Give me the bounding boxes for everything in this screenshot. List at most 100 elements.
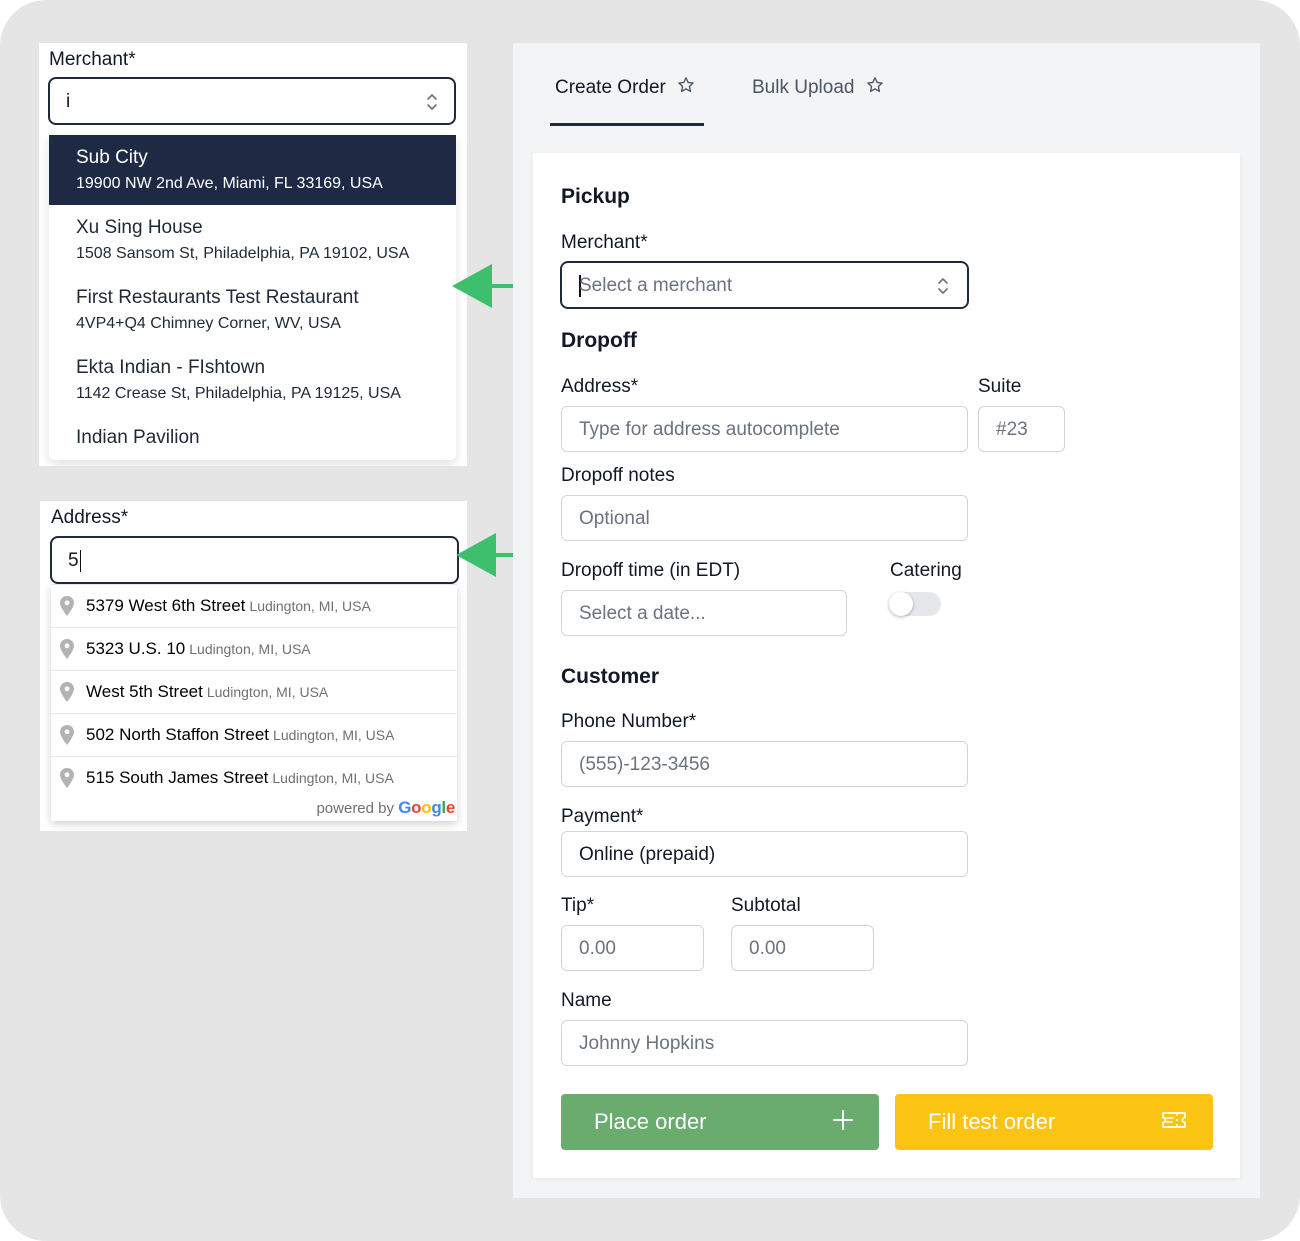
merchant-dropdown-zoom: Merchant* i Sub City 19900 NW 2nd Ave, M… bbox=[39, 43, 467, 466]
address-field-label: Address* bbox=[561, 376, 639, 397]
order-form-card: Pickup Merchant* Select a merchant Dropo… bbox=[533, 153, 1240, 1178]
section-title-pickup: Pickup bbox=[561, 185, 630, 208]
merchant-options-list: Sub City 19900 NW 2nd Ave, Miami, FL 331… bbox=[49, 135, 456, 460]
tab-label: Create Order bbox=[555, 77, 666, 98]
dropoff-time-label: Dropoff time (in EDT) bbox=[561, 560, 741, 581]
address-suggestion[interactable]: 5379 West 6th Street Ludington, MI, USA bbox=[51, 585, 457, 628]
star-outline-icon[interactable] bbox=[677, 76, 695, 100]
fill-test-order-button[interactable]: Fill test order bbox=[895, 1094, 1213, 1150]
dropoff-notes-input[interactable]: Optional bbox=[561, 495, 968, 541]
suggestion-main: 502 North Staffon Street bbox=[86, 725, 270, 744]
address-query: 5 bbox=[68, 550, 82, 572]
subtotal-placeholder: 0.00 bbox=[749, 938, 786, 959]
suggestion-secondary: Ludington, MI, USA bbox=[189, 641, 311, 657]
chevron-updown-icon bbox=[425, 91, 439, 113]
suggestion-secondary: Ludington, MI, USA bbox=[273, 727, 395, 743]
toggle-knob bbox=[889, 592, 913, 616]
fill-test-order-label: Fill test order bbox=[928, 1109, 1056, 1134]
name-input[interactable]: Johnny Hopkins bbox=[561, 1020, 968, 1066]
powered-by-google: powered by Google bbox=[316, 798, 455, 817]
map-pin-icon bbox=[60, 725, 74, 745]
payment-value: Online (prepaid) bbox=[579, 844, 716, 865]
address-suggestion[interactable]: 5323 U.S. 10 Ludington, MI, USA bbox=[51, 628, 457, 671]
merchant-option-address: 4VP4+Q4 Chimney Corner, WV, USA bbox=[76, 315, 341, 332]
merchant-select[interactable]: Select a merchant bbox=[560, 261, 969, 309]
merchant-option-address: 1142 Crease St, Philadelphia, PA 19125, … bbox=[76, 385, 401, 402]
place-order-button[interactable]: Place order bbox=[561, 1094, 879, 1150]
address-placeholder: Type for address autocomplete bbox=[579, 419, 840, 440]
merchant-option-name: Ekta Indian - FIshtown bbox=[76, 357, 266, 378]
map-pin-icon bbox=[60, 596, 74, 616]
address-autocomplete-input[interactable]: Type for address autocomplete bbox=[561, 406, 968, 452]
suggestion-secondary: Ludington, MI, USA bbox=[206, 684, 329, 700]
merchant-label: Merchant* bbox=[49, 49, 136, 70]
suggestion-main: West 5th Street bbox=[86, 682, 203, 701]
merchant-option-name: First Restaurants Test Restaurant bbox=[76, 287, 359, 308]
tip-placeholder: 0.00 bbox=[579, 938, 616, 959]
subtotal-field-label: Subtotal bbox=[731, 895, 801, 916]
text-caret bbox=[79, 550, 82, 572]
merchant-option-name: Indian Pavilion bbox=[76, 427, 200, 448]
name-field-label: Name bbox=[561, 990, 612, 1011]
subtotal-input[interactable]: 0.00 bbox=[731, 925, 874, 971]
merchant-option-name: Sub City bbox=[76, 147, 148, 168]
address-suggestion[interactable]: 515 South James Street Ludington, MI, USA bbox=[51, 757, 457, 800]
chevron-updown-icon bbox=[936, 275, 950, 297]
ticket-icon bbox=[1161, 1110, 1187, 1136]
suite-field-label: Suite bbox=[978, 376, 1022, 397]
address-suggestion[interactable]: West 5th Street Ludington, MI, USA bbox=[51, 671, 457, 714]
merchant-option[interactable]: First Restaurants Test Restaurant 4VP4+Q… bbox=[49, 275, 456, 345]
section-title-dropoff: Dropoff bbox=[561, 329, 637, 352]
suggestion-main: 5323 U.S. 10 bbox=[86, 639, 186, 658]
merchant-option-address: 1508 Sansom St, Philadelphia, PA 19102, … bbox=[76, 245, 410, 262]
suggestion-main: 515 South James Street bbox=[86, 768, 269, 787]
payment-field-label: Payment* bbox=[561, 806, 644, 827]
merchant-option-name: Xu Sing House bbox=[76, 217, 203, 238]
google-logo: Google bbox=[398, 798, 455, 817]
catering-label: Catering bbox=[890, 560, 962, 581]
star-outline-icon[interactable] bbox=[866, 76, 884, 100]
tab-label: Bulk Upload bbox=[752, 77, 855, 98]
merchant-field-label: Merchant* bbox=[561, 232, 648, 253]
dropoff-date-picker[interactable]: Select a date... bbox=[561, 590, 847, 636]
payment-select[interactable]: Online (prepaid) bbox=[561, 831, 968, 877]
suggestion-main: 5379 West 6th Street bbox=[86, 596, 246, 615]
date-placeholder: Select a date... bbox=[579, 603, 706, 624]
place-order-label: Place order bbox=[594, 1109, 707, 1134]
merchant-option[interactable]: Sub City 19900 NW 2nd Ave, Miami, FL 331… bbox=[49, 135, 456, 205]
address-label: Address* bbox=[51, 507, 129, 528]
merchant-query: i bbox=[66, 91, 71, 112]
suggestion-secondary: Ludington, MI, USA bbox=[249, 598, 371, 614]
tip-field-label: Tip* bbox=[561, 895, 595, 916]
map-pin-icon bbox=[60, 639, 74, 659]
merchant-option[interactable]: Ekta Indian - FIshtown 1142 Crease St, P… bbox=[49, 345, 456, 415]
map-pin-icon bbox=[60, 768, 74, 788]
address-suggestion[interactable]: 502 North Staffon Street Ludington, MI, U… bbox=[51, 714, 457, 757]
plus-icon bbox=[833, 1110, 853, 1136]
address-suggestions-list: 5379 West 6th Street Ludington, MI, USA 5… bbox=[51, 584, 457, 821]
map-pin-icon bbox=[60, 682, 74, 702]
dropoff-notes-label: Dropoff notes bbox=[561, 465, 675, 486]
merchant-combobox[interactable]: i bbox=[48, 77, 456, 125]
section-title-customer: Customer bbox=[561, 665, 660, 688]
name-placeholder: Johnny Hopkins bbox=[579, 1033, 715, 1054]
merchant-option[interactable]: Indian Pavilion bbox=[49, 415, 456, 460]
merchant-option-address: 19900 NW 2nd Ave, Miami, FL 33169, USA bbox=[76, 175, 383, 192]
suite-placeholder: #23 bbox=[996, 419, 1028, 440]
tab-bulk-upload[interactable]: Bulk Upload bbox=[752, 76, 884, 130]
tab-create-order[interactable]: Create Order bbox=[555, 76, 695, 130]
phone-input[interactable]: (555)-123-3456 bbox=[561, 741, 968, 787]
catering-toggle[interactable] bbox=[889, 592, 941, 616]
active-tab-indicator bbox=[550, 123, 704, 126]
suite-input[interactable]: #23 bbox=[978, 406, 1065, 452]
address-autocomplete-zoom: Address* 5 5379 West 6th Street Ludington… bbox=[40, 501, 467, 831]
phone-field-label: Phone Number* bbox=[561, 711, 697, 732]
phone-placeholder: (555)-123-3456 bbox=[579, 754, 710, 775]
suggestion-secondary: Ludington, MI, USA bbox=[272, 770, 394, 786]
merchant-option[interactable]: Xu Sing House 1508 Sansom St, Philadelph… bbox=[49, 205, 456, 275]
merchant-placeholder: Select a merchant bbox=[579, 275, 733, 296]
order-form-panel: Create Order Bulk Upload Pickup Merchant… bbox=[513, 43, 1260, 1198]
tip-input[interactable]: 0.00 bbox=[561, 925, 704, 971]
dropoff-notes-placeholder: Optional bbox=[579, 508, 650, 529]
address-input[interactable]: 5 bbox=[50, 536, 459, 584]
